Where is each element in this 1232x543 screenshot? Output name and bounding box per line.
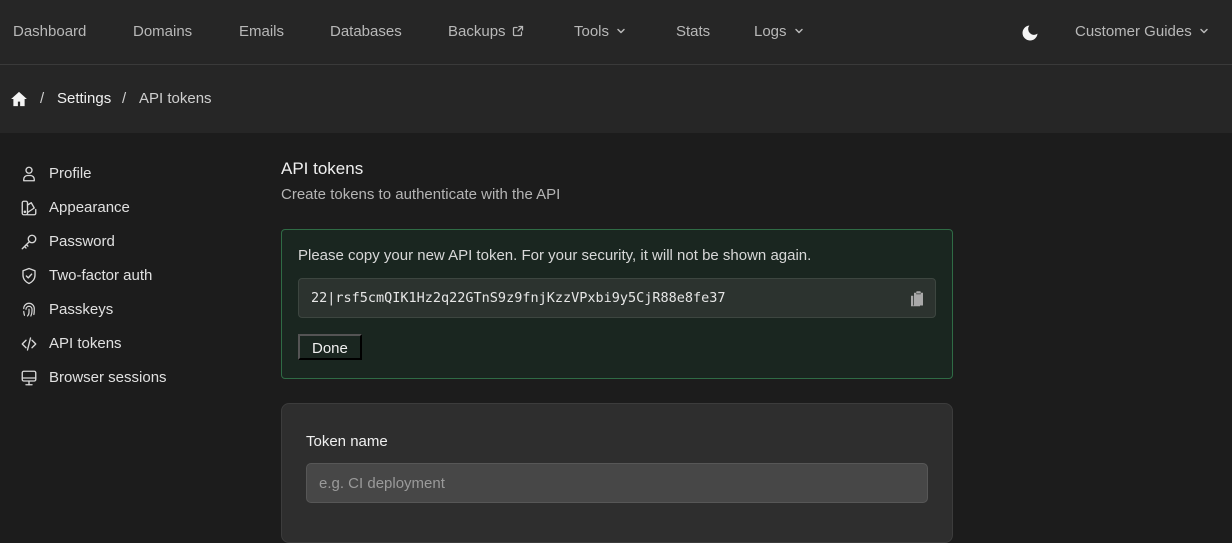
token-name-label: Token name: [306, 433, 388, 450]
chevron-down-icon: [617, 28, 625, 33]
breadcrumb: / Settings / API tokens: [0, 65, 1232, 133]
nav-stats[interactable]: Stats: [676, 0, 710, 64]
create-token-form: Token name: [281, 403, 953, 543]
page-subtitle: Create tokens to authenticate with the A…: [281, 186, 561, 203]
code-icon: [21, 337, 37, 351]
nav-logs[interactable]: Logs: [754, 0, 805, 64]
page-title: API tokens: [281, 159, 364, 178]
sidebar-item-label: Password: [49, 233, 115, 250]
breadcrumb-settings[interactable]: Settings: [57, 65, 111, 133]
nav-customer-guides[interactable]: Customer Guides: [1075, 0, 1210, 64]
token-name-input[interactable]: [306, 463, 928, 503]
chevron-down-icon: [1199, 28, 1208, 33]
chevron-down-icon: [794, 28, 803, 33]
home-icon[interactable]: [10, 90, 28, 108]
moon-icon[interactable]: [1020, 23, 1040, 43]
token-value[interactable]: 22|rsf5cmQIK1Hz2q22GTnS9z9fnjKzzVPxbi9y5…: [311, 279, 726, 317]
breadcrumb-separator: /: [122, 90, 127, 107]
breadcrumb-api-tokens: API tokens: [139, 90, 212, 107]
token-display[interactable]: 22|rsf5cmQIK1Hz2q22GTnS9z9fnjKzzVPxbi9y5…: [298, 278, 936, 318]
top-navigation: Dashboard Domains Emails Databases Backu…: [0, 0, 1232, 65]
notice-message: Please copy your new API token. For your…: [298, 247, 812, 264]
nav-emails[interactable]: Emails: [239, 0, 284, 64]
palette-icon: [21, 200, 37, 216]
new-token-notice: Please copy your new API token. For your…: [281, 229, 953, 379]
key-icon: [21, 234, 37, 250]
sidebar-item-label: Passkeys: [49, 301, 114, 318]
sidebar-item-label: Appearance: [49, 199, 130, 216]
breadcrumb-separator: /: [40, 90, 45, 107]
user-icon: [23, 166, 35, 182]
done-button[interactable]: Done: [298, 334, 362, 360]
nav-tools[interactable]: Tools: [574, 0, 627, 64]
nav-dashboard[interactable]: Dashboard: [13, 0, 86, 64]
sidebar-item-label: API tokens: [49, 335, 122, 352]
fingerprint-icon: [23, 302, 35, 317]
sidebar-item-label: Browser sessions: [49, 369, 167, 386]
nav-backups[interactable]: Backups: [448, 0, 524, 64]
nav-databases[interactable]: Databases: [330, 0, 402, 64]
sidebar-item-label: Profile: [49, 165, 92, 182]
monitor-icon: [21, 370, 37, 386]
nav-domains[interactable]: Domains: [133, 0, 192, 64]
shield-check-icon: [22, 267, 36, 285]
sidebar-item-label: Two-factor auth: [49, 267, 153, 284]
external-link-icon: [512, 25, 523, 36]
copy-icon[interactable]: [908, 289, 926, 307]
